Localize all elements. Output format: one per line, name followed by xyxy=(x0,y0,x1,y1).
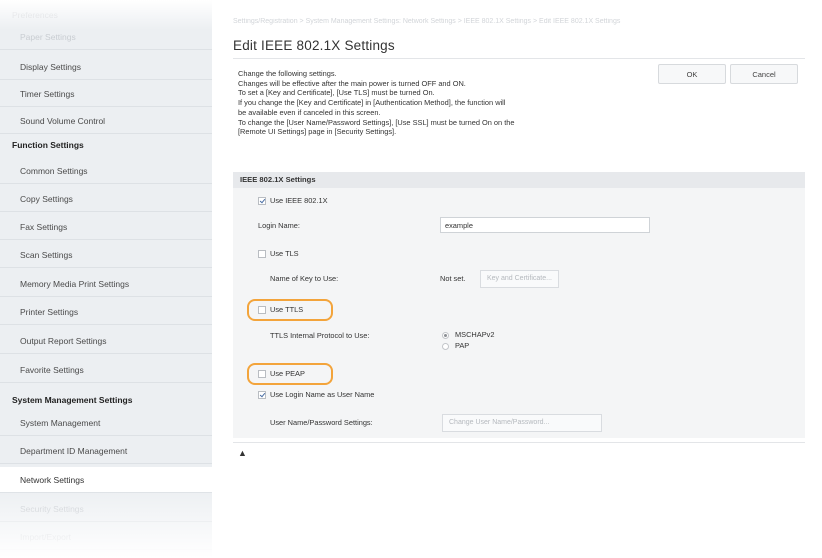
sidebar-item-import-export[interactable]: Import/Export xyxy=(0,524,212,550)
section-title: IEEE 802.1X Settings xyxy=(240,175,316,184)
use-ttls-checkbox[interactable] xyxy=(258,306,266,314)
sidebar-item-network-settings[interactable]: Network Settings xyxy=(0,467,212,493)
cancel-button[interactable]: Cancel xyxy=(730,64,798,84)
user-password-settings-label: User Name/Password Settings: xyxy=(270,418,373,427)
sidebar-item-scan-settings[interactable]: Scan Settings xyxy=(0,242,212,268)
sidebar-item-department-id-management[interactable]: Department ID Management xyxy=(0,438,212,464)
pap-radio[interactable] xyxy=(442,343,449,350)
description-line: be available even if canceled in this sc… xyxy=(238,107,381,117)
pap-label: PAP xyxy=(455,341,470,350)
sidebar-item-display-settings[interactable]: Display Settings xyxy=(0,54,212,80)
sidebar-item-fax-settings[interactable]: Fax Settings xyxy=(0,214,212,240)
mschapv2-radio[interactable] xyxy=(442,332,449,339)
description-line: [Remote UI Settings] page in [Security S… xyxy=(238,127,397,137)
ttls-protocol-label: TTLS Internal Protocol to Use: xyxy=(270,331,370,340)
key-name-label: Name of Key to Use: xyxy=(270,274,339,283)
sidebar-item-preferences[interactable]: Preferences xyxy=(0,8,212,22)
use-peap-label: Use PEAP xyxy=(270,369,305,378)
login-name-label: Login Name: xyxy=(258,221,300,230)
use-tls-checkbox[interactable] xyxy=(258,250,266,258)
use-ieee-label: Use IEEE 802.1X xyxy=(270,196,328,205)
sidebar-item-output-report-settings[interactable]: Output Report Settings xyxy=(0,328,212,354)
sidebar-header-function-settings: Function Settings xyxy=(12,140,84,150)
ok-button[interactable]: OK xyxy=(658,64,726,84)
use-ttls-label: Use TTLS xyxy=(270,305,304,314)
use-ieee-checkbox[interactable] xyxy=(258,197,266,205)
sidebar-item-common-settings[interactable]: Common Settings xyxy=(0,158,212,184)
description-line: Changes will be effective after the main… xyxy=(238,78,466,88)
back-to-top-icon[interactable]: ▲ xyxy=(238,448,247,458)
use-login-as-user-checkbox[interactable] xyxy=(258,391,266,399)
mschapv2-label: MSCHAPv2 xyxy=(455,330,495,339)
sidebar-item-timer-settings[interactable]: Timer Settings xyxy=(0,81,212,107)
sidebar-item-memory-media-print-settings[interactable]: Memory Media Print Settings xyxy=(0,271,212,297)
description-line: Change the following settings. xyxy=(238,69,337,78)
key-and-certificate-button[interactable]: Key and Certificate... xyxy=(480,270,559,288)
description-line: To set a [Key and Certificate], [Use TLS… xyxy=(238,88,435,98)
change-user-password-button[interactable]: Change User Name/Password... xyxy=(442,414,602,432)
description-line: To change the [User Name/Password Settin… xyxy=(238,117,515,127)
key-name-value: Not set. xyxy=(440,274,466,283)
breadcrumb[interactable]: Settings/Registration > System Managemen… xyxy=(233,18,813,25)
sidebar-item-printer-settings[interactable]: Printer Settings xyxy=(0,299,212,325)
sidebar-item-paper-settings[interactable]: Paper Settings xyxy=(0,24,212,50)
sidebar-item-favorite-settings[interactable]: Favorite Settings xyxy=(0,357,212,383)
sidebar-item-security-settings[interactable]: Security Settings xyxy=(0,496,212,522)
section-end-divider xyxy=(233,442,805,443)
section-header-bar xyxy=(233,172,805,188)
use-tls-label: Use TLS xyxy=(270,249,299,258)
sidebar-item-system-management[interactable]: System Management xyxy=(0,410,212,436)
title-divider xyxy=(233,58,805,59)
sidebar: Preferences Paper Settings Display Setti… xyxy=(0,0,212,558)
description-line: If you change the [Key and Certificate] … xyxy=(238,98,506,108)
sidebar-item-copy-settings[interactable]: Copy Settings xyxy=(0,186,212,212)
login-name-input[interactable] xyxy=(440,217,650,233)
sidebar-header-system-management-settings: System Management Settings xyxy=(12,395,133,405)
use-login-as-user-label: Use Login Name as User Name xyxy=(270,390,375,399)
use-peap-checkbox[interactable] xyxy=(258,370,266,378)
page-title: Edit IEEE 802.1X Settings xyxy=(233,38,395,53)
sidebar-item-sound-volume-control[interactable]: Sound Volume Control xyxy=(0,108,212,134)
description: Change the following settings. Changes w… xyxy=(238,69,648,137)
